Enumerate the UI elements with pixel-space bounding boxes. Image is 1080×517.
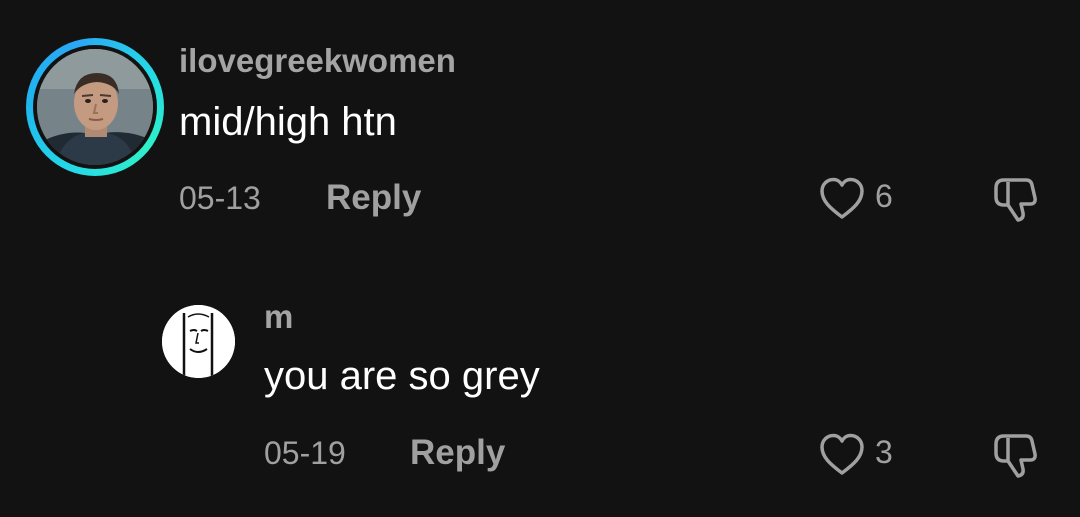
reply-button[interactable]: Reply	[326, 178, 421, 218]
comment-item: ilovegreekwomen mid/high htn 05-13 Reply…	[0, 0, 1080, 250]
like-count: 3	[875, 434, 893, 470]
comment-username[interactable]: ilovegreekwomen	[179, 42, 456, 80]
avatar-photo	[37, 49, 153, 165]
like-count: 6	[875, 178, 893, 214]
avatar[interactable]	[162, 305, 235, 378]
comment-username[interactable]: m	[264, 298, 293, 336]
reply-button[interactable]: Reply	[410, 433, 505, 473]
avatar[interactable]	[26, 38, 164, 176]
comment-text: you are so grey	[264, 354, 540, 398]
heart-outline-icon	[820, 177, 864, 219]
like-button[interactable]: 3	[818, 430, 908, 480]
profile-photo-icon	[37, 49, 153, 165]
thumbs-down-outline-icon	[994, 434, 1037, 478]
drawn-face-avatar-icon	[162, 305, 235, 378]
heart-outline-icon	[820, 433, 864, 475]
comment-date: 05-19	[264, 435, 346, 471]
comment-text: mid/high htn	[179, 100, 397, 144]
thumbs-down-outline-icon	[994, 178, 1037, 222]
dislike-button[interactable]	[990, 174, 1042, 226]
dislike-button[interactable]	[990, 430, 1042, 482]
reply-comment-item: m you are so grey 05-19 Reply 3	[0, 250, 1080, 517]
comment-date: 05-13	[179, 180, 261, 216]
like-button[interactable]: 6	[818, 174, 908, 224]
